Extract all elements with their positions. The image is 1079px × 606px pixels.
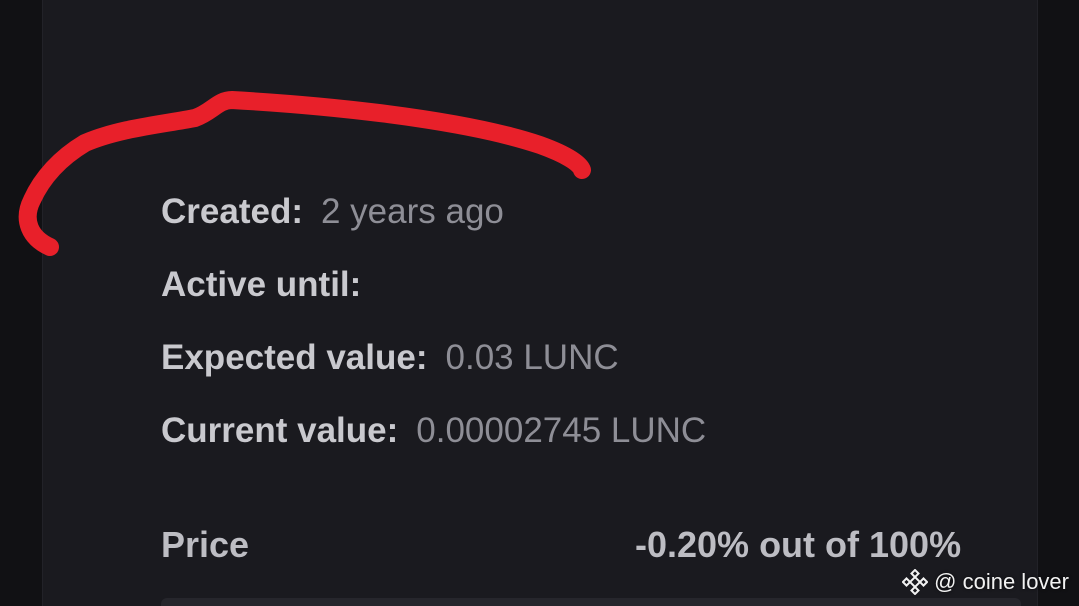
watermark-text: @ coine lover: [934, 569, 1069, 594]
created-value: 2 years ago: [320, 192, 504, 231]
active-until-row: Active until:: [161, 265, 379, 305]
created-row: Created: 2 years ago: [161, 192, 504, 232]
binance-logo-icon: [902, 569, 929, 595]
expected-value-label: Expected value:: [161, 338, 428, 377]
price-label: Price: [161, 524, 250, 565]
order-details-panel: Created: 2 years ago Active until: Expect…: [42, 0, 1038, 606]
current-value-row: Current value: 0.00002745 LUNC: [161, 411, 706, 451]
expected-value-row: Expected value: 0.03 LUNC: [161, 338, 619, 378]
progress-bar-track: [161, 598, 1021, 606]
price-progress-value: -0.20% out of 100%: [635, 524, 962, 565]
active-until-label: Active until:: [161, 265, 362, 304]
current-value-label: Current value:: [161, 411, 399, 450]
current-value-value: 0.00002745 LUNC: [416, 411, 707, 450]
created-label: Created:: [161, 192, 303, 231]
watermark: @ coine lover: [902, 568, 1069, 596]
expected-value-value: 0.03 LUNC: [445, 338, 619, 377]
